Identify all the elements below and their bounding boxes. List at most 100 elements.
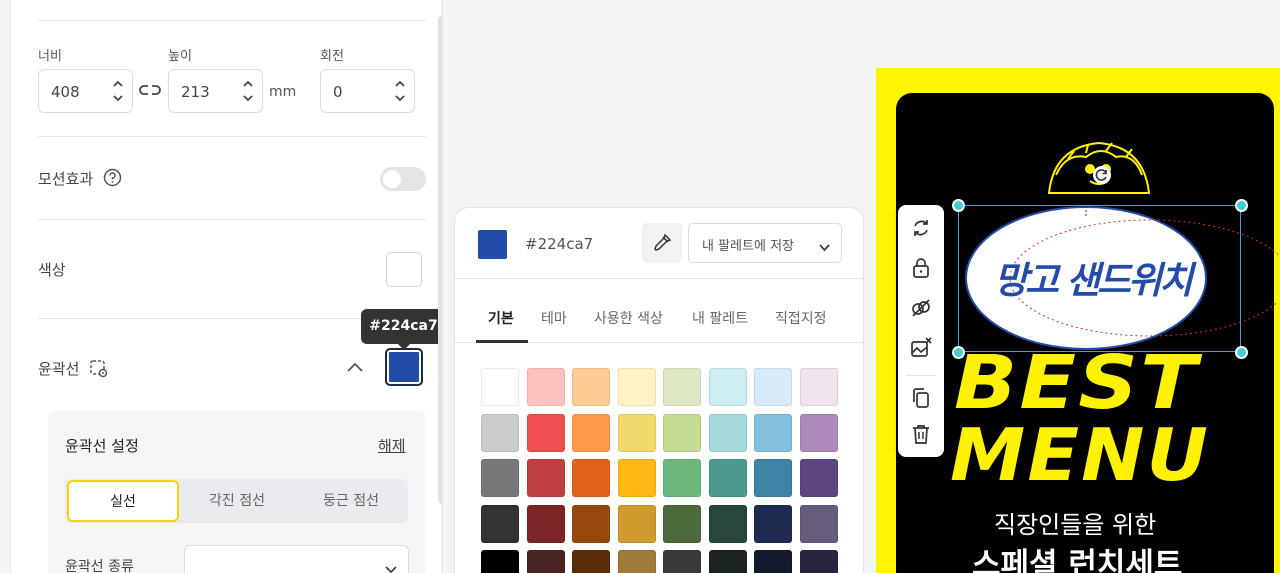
aspect-lock-icon[interactable] <box>139 83 161 101</box>
toolbar-divider <box>906 375 936 376</box>
stroke-type-select[interactable] <box>184 545 409 573</box>
chevron-up-icon[interactable] <box>346 361 364 377</box>
stroke-remove-link[interactable]: 해제 <box>378 435 406 456</box>
color-swatch[interactable] <box>572 368 610 406</box>
tab-custom[interactable]: 직접지정 <box>775 308 827 328</box>
unit-label: mm <box>269 84 297 100</box>
replace-image-icon[interactable] <box>909 336 933 360</box>
color-swatch[interactable] <box>526 459 565 497</box>
color-swatch[interactable] <box>481 504 519 543</box>
color-swatch[interactable] <box>572 413 610 452</box>
color-label: 색상 <box>38 261 66 279</box>
resize-handle[interactable] <box>952 199 965 212</box>
resize-handle[interactable] <box>1235 199 1248 212</box>
color-swatch[interactable] <box>663 368 701 406</box>
divider <box>38 136 426 137</box>
color-swatch[interactable] <box>481 459 519 497</box>
help-icon[interactable] <box>103 168 122 191</box>
color-swatch[interactable] <box>799 550 838 573</box>
resize-handle[interactable] <box>1235 346 1248 359</box>
height-value: 213 <box>181 83 210 101</box>
duplicate-icon[interactable] <box>909 386 933 410</box>
color-swatch[interactable] <box>526 368 565 406</box>
current-color-swatch <box>478 230 507 259</box>
color-swatch[interactable] <box>754 413 792 452</box>
color-swatch[interactable] <box>799 368 838 406</box>
color-swatch[interactable] <box>799 413 838 452</box>
properties-panel: 너비 408 높이 213 mm 회전 0 모션효과 색상 #224ca7 윤곽… <box>10 0 443 573</box>
selection-box[interactable] <box>958 205 1241 352</box>
rotation-value: 0 <box>333 83 343 101</box>
color-swatch[interactable] <box>481 368 519 406</box>
stepper-icon[interactable] <box>242 77 254 105</box>
panel-scrollbar[interactable] <box>438 16 442 504</box>
rotation-input[interactable]: 0 <box>320 69 415 113</box>
color-swatch[interactable] <box>754 550 792 573</box>
color-swatch[interactable] <box>663 504 701 543</box>
fill-color-swatch[interactable] <box>386 252 422 287</box>
lock-icon[interactable] <box>909 256 933 280</box>
color-swatch[interactable] <box>526 413 565 452</box>
stroke-settings-panel: 윤곽선 설정 해제 실선 각진 점선 둥근 점선 윤곽선 종류 <box>48 411 426 573</box>
rotate-icon[interactable] <box>909 216 933 240</box>
color-swatch[interactable] <box>617 459 656 497</box>
color-swatch[interactable] <box>754 504 792 543</box>
color-swatch[interactable] <box>708 459 747 497</box>
stroke-color-swatch[interactable] <box>385 348 423 386</box>
color-swatch[interactable] <box>708 550 747 573</box>
tab-basic[interactable]: 기본 <box>488 308 514 328</box>
color-swatch[interactable] <box>572 504 610 543</box>
color-swatch[interactable] <box>526 550 565 573</box>
unlink-icon[interactable] <box>909 296 933 320</box>
motion-toggle[interactable] <box>380 167 426 191</box>
color-swatch[interactable] <box>481 550 519 573</box>
stroke-settings-icon <box>89 359 109 383</box>
color-swatch[interactable] <box>572 550 610 573</box>
color-swatch[interactable] <box>663 413 701 452</box>
height-input[interactable]: 213 <box>168 69 263 113</box>
active-tab-indicator <box>476 340 528 343</box>
tab-theme[interactable]: 테마 <box>541 308 567 328</box>
color-swatch[interactable] <box>799 504 838 543</box>
save-to-palette-dropdown[interactable]: 내 팔레트에 저장 <box>688 223 842 263</box>
color-swatch[interactable] <box>754 459 792 497</box>
tab-my-palette[interactable]: 내 팔레트 <box>692 308 748 328</box>
stroke-style-solid[interactable]: 실선 <box>67 480 179 522</box>
color-swatch[interactable] <box>617 413 656 452</box>
chevron-down-icon <box>385 562 397 573</box>
color-swatch[interactable] <box>663 459 701 497</box>
color-swatch[interactable] <box>708 368 747 406</box>
color-swatch[interactable] <box>617 550 656 573</box>
stroke-style-round-dash[interactable]: 둥근 점선 <box>295 479 407 523</box>
color-swatch[interactable] <box>572 459 610 497</box>
color-swatch[interactable] <box>526 504 565 543</box>
eyedropper-button[interactable] <box>642 223 682 263</box>
tab-used-colors[interactable]: 사용한 색상 <box>594 308 663 328</box>
save-palette-label: 내 팔레트에 저장 <box>702 239 794 254</box>
color-swatch[interactable] <box>481 413 519 452</box>
color-swatch[interactable] <box>799 459 838 497</box>
width-input[interactable]: 408 <box>38 69 133 113</box>
rotate-handle-icon[interactable] <box>1092 165 1112 189</box>
stroke-style-square-dash[interactable]: 각진 점선 <box>181 479 293 523</box>
chevron-down-icon <box>819 240 830 256</box>
color-swatch[interactable] <box>617 368 656 406</box>
poster-black-card: 망고 샌드위치 BEST MENU 직장인들을 위한 스페셜 런치세트 <box>896 93 1278 573</box>
divider <box>455 278 863 279</box>
color-swatch[interactable] <box>754 368 792 406</box>
color-swatch[interactable] <box>663 550 701 573</box>
stepper-icon[interactable] <box>112 77 124 105</box>
current-hex-value[interactable]: #224ca7 <box>525 235 593 253</box>
subtitle-bold-text[interactable]: 스페셜 런치세트 <box>972 539 1182 573</box>
eyedropper-icon <box>652 233 672 257</box>
color-swatch[interactable] <box>708 413 747 452</box>
stroke-style-selector: 실선 각진 점선 둥근 점선 <box>65 479 408 523</box>
color-swatch[interactable] <box>617 504 656 543</box>
stepper-icon[interactable] <box>394 77 406 105</box>
delete-icon[interactable] <box>909 422 933 446</box>
stroke-type-label: 윤곽선 종류 <box>65 559 134 573</box>
stroke-label: 윤곽선 <box>38 360 80 378</box>
menu-text[interactable]: MENU <box>950 413 1210 497</box>
subtitle-text[interactable]: 직장인들을 위한 <box>994 505 1156 540</box>
color-swatch[interactable] <box>708 504 747 543</box>
